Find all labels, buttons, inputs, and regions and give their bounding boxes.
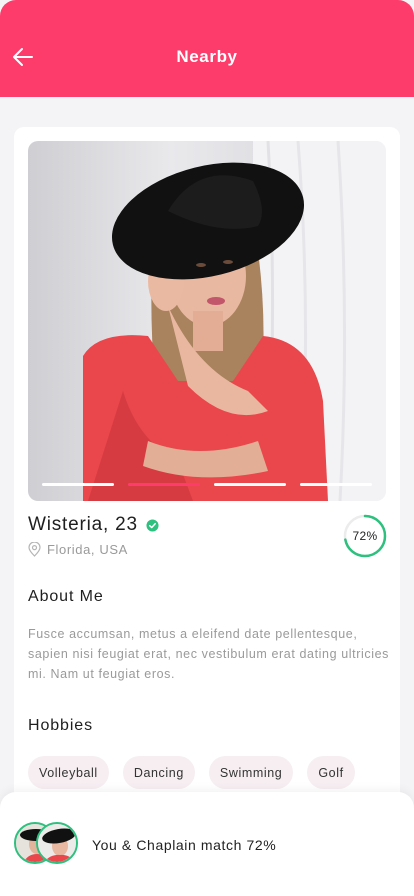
match-percentage-ring: 72% [342,513,388,559]
page-title: Nearby [176,47,238,66]
hobby-chip[interactable]: Golf [307,756,355,789]
match-percentage-label: 72% [352,529,378,543]
pager-indicator-active[interactable] [128,483,200,486]
name-row: Wisteria, 23 [28,514,159,536]
hobby-chip[interactable]: Swimming [208,756,294,789]
hobby-chip[interactable]: Dancing [122,756,195,789]
map-pin-icon [28,542,41,557]
avatar [36,822,78,864]
match-text: You & Chaplain match 72% [92,837,277,853]
profile-card: Wisteria, 23 Florida, USA 72% About Me F… [14,127,400,827]
match-bar[interactable]: You & Chaplain match 72% [0,792,414,896]
profile-name: Wisteria, 23 [28,514,138,535]
app-header: Nearby [0,0,414,97]
hobbies-list: Volleyball Dancing Swimming Golf [28,756,355,789]
match-avatars [14,822,80,868]
pager-indicator[interactable] [300,483,372,486]
about-text: Fusce accumsan, metus a eleifend date pe… [28,627,389,681]
pager-indicator[interactable] [42,483,114,486]
hobby-chip[interactable]: Volleyball [28,756,109,789]
photo-pager [42,483,372,487]
about-title: About Me [28,588,104,605]
profile-location: Florida, USA [47,542,128,557]
profile-photo[interactable] [28,141,386,501]
pager-indicator[interactable] [214,483,286,486]
location-row: Florida, USA [28,542,128,557]
verified-check-icon [146,518,159,532]
hobbies-title: Hobbies [28,717,94,734]
